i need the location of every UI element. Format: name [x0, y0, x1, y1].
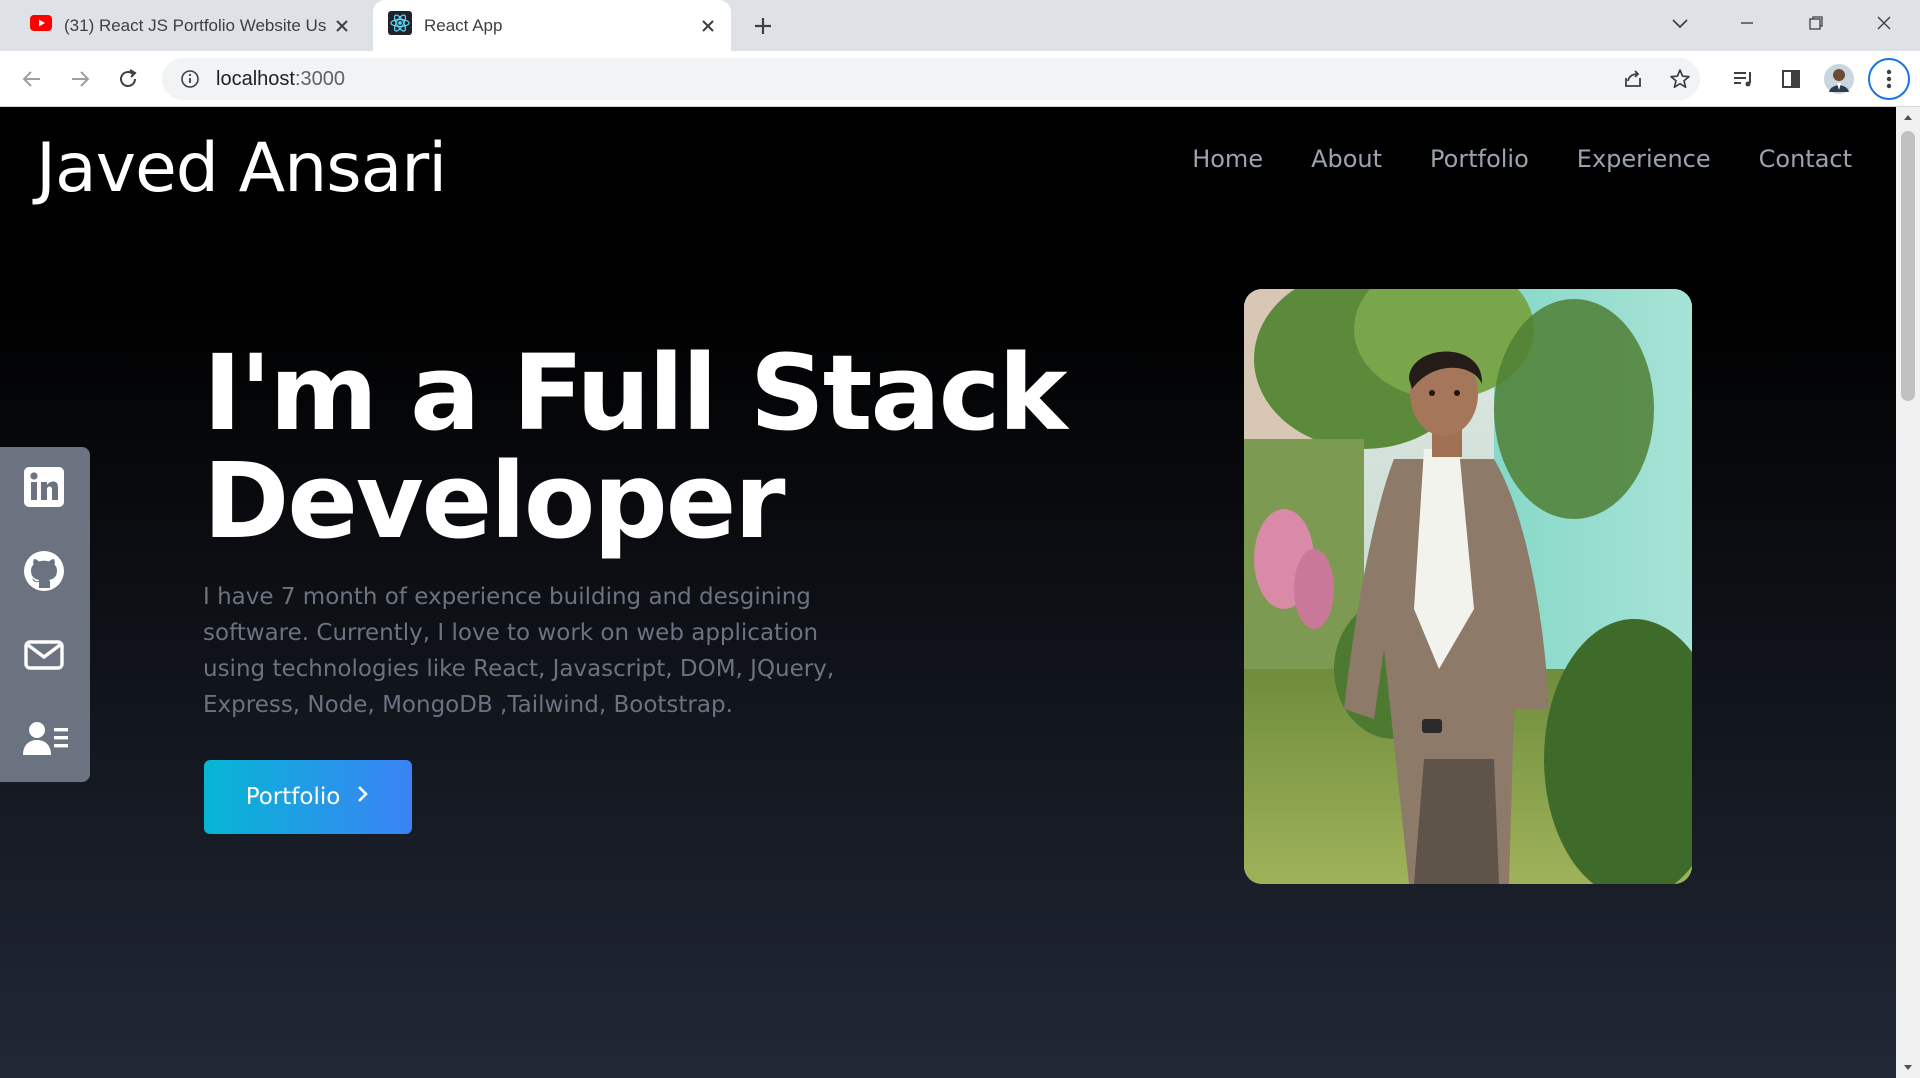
nav-home[interactable]: Home [1192, 145, 1263, 173]
tab-youtube[interactable]: (31) React JS Portfolio Website Us [20, 0, 365, 51]
email-link[interactable] [0, 615, 90, 699]
linkedin-icon [22, 465, 66, 514]
forward-icon[interactable] [62, 61, 98, 97]
portfolio-button-label: Portfolio [245, 784, 341, 810]
browser-tab-bar: (31) React JS Portfolio Website Us React… [0, 0, 1920, 51]
site-logo-text: Javed Ansari [36, 129, 447, 208]
reload-icon[interactable] [110, 61, 146, 97]
portfolio-button[interactable]: Portfolio [204, 760, 412, 834]
close-tab-icon[interactable] [697, 15, 719, 37]
media-control-icon[interactable] [1725, 61, 1761, 97]
nav-portfolio[interactable]: Portfolio [1430, 145, 1529, 173]
linkedin-link[interactable] [0, 447, 90, 531]
bookmark-star-icon[interactable] [1662, 61, 1698, 97]
github-icon [22, 549, 66, 598]
new-tab-button[interactable] [748, 12, 778, 40]
back-icon[interactable] [14, 61, 50, 97]
profile-photo [1244, 289, 1692, 884]
tab-title: (31) React JS Portfolio Website Us [64, 15, 327, 35]
avatar[interactable] [1821, 61, 1857, 97]
hero-heading-line1: I'm a Full Stack [203, 332, 1068, 454]
close-tab-icon[interactable] [331, 15, 353, 37]
chevron-right-icon [356, 784, 370, 810]
url-text: localhost:3000 [216, 67, 345, 90]
side-panel-icon[interactable] [1773, 61, 1809, 97]
share-icon[interactable] [1615, 61, 1651, 97]
tab-react-app[interactable]: React App [373, 0, 731, 51]
nav-contact[interactable]: Contact [1759, 145, 1852, 173]
social-links-bar [0, 447, 90, 782]
github-link[interactable] [0, 531, 90, 615]
address-bar[interactable]: localhost:3000 [162, 58, 1700, 100]
tab-search-chevron-icon[interactable] [1660, 8, 1700, 38]
scroll-up-icon[interactable] [1896, 107, 1920, 127]
main-nav: Home About Portfolio Experience Contact [1192, 145, 1852, 173]
scrollbar-thumb[interactable] [1901, 131, 1915, 401]
youtube-icon [30, 15, 52, 36]
minimize-icon[interactable] [1727, 8, 1767, 38]
hero-description: I have 7 month of experience building an… [203, 584, 835, 718]
page-viewport: Javed Ansari Home About Portfolio Experi… [0, 107, 1896, 1078]
resume-icon [22, 717, 70, 766]
mail-icon [22, 633, 66, 682]
scroll-down-icon[interactable] [1896, 1058, 1920, 1078]
nav-experience[interactable]: Experience [1577, 145, 1711, 173]
browser-toolbar: localhost:3000 [0, 51, 1920, 107]
restore-icon[interactable] [1796, 8, 1836, 38]
react-icon [388, 11, 412, 40]
resume-link[interactable] [0, 699, 90, 783]
chrome-menu-icon[interactable] [1868, 58, 1910, 100]
hero-heading-line2: Developer [203, 440, 786, 562]
page-scrollbar[interactable] [1896, 107, 1920, 1078]
tab-title: React App [424, 15, 503, 35]
site-info-icon[interactable] [178, 67, 202, 91]
close-window-icon[interactable] [1864, 8, 1904, 38]
nav-about[interactable]: About [1311, 145, 1382, 173]
hero-heading: I'm a Full Stack Developer [203, 339, 1103, 555]
